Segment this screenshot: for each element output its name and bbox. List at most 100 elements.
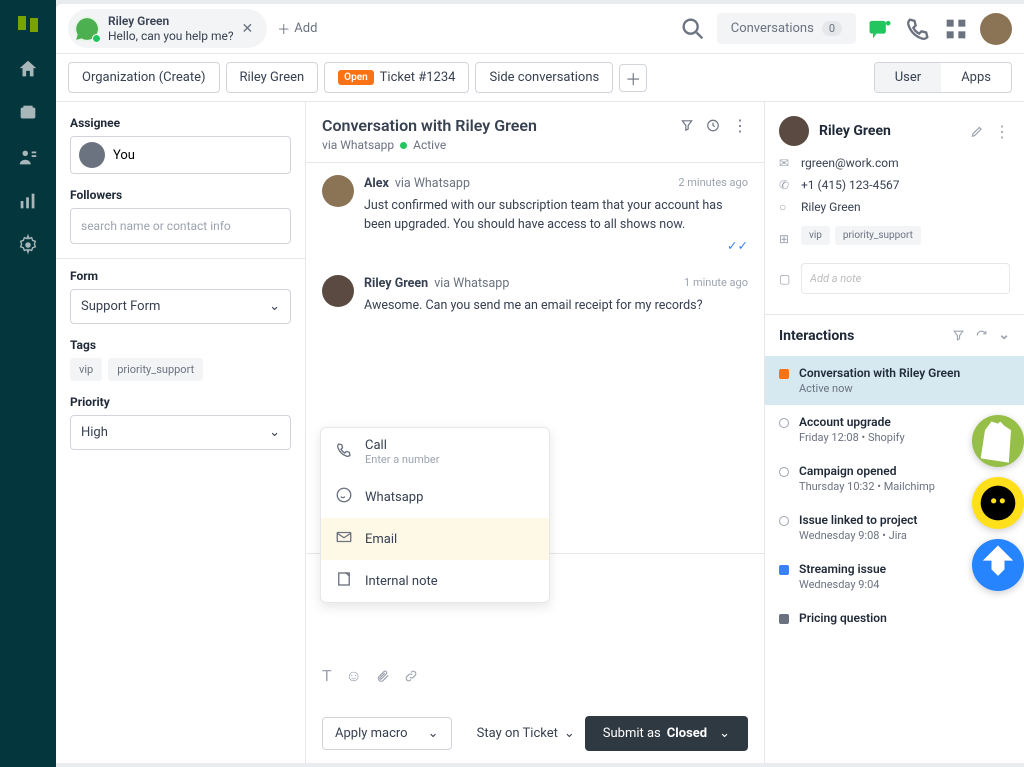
phone-icon[interactable] (904, 15, 932, 43)
message-row: Riley Greenvia Whatsapp1 minute ago Awes… (322, 275, 748, 316)
tag-icon: ⊞ (779, 232, 793, 246)
channel-whatsapp[interactable]: Whatsapp (321, 476, 549, 518)
interaction-item[interactable]: Conversation with Riley GreenActive now (765, 356, 1024, 405)
whatsapp-icon (74, 16, 100, 42)
users-icon[interactable] (17, 146, 39, 168)
channel-note[interactable]: Internal note (321, 560, 549, 602)
whatsapp-icon (335, 486, 353, 508)
tags-label: Tags (70, 338, 291, 352)
side-conversations-tab[interactable]: Side conversations (475, 62, 613, 93)
conversations-button[interactable]: Conversations 0 (717, 13, 856, 44)
channel-menu: CallEnter a number Whatsapp Email Intern… (320, 427, 550, 603)
chevron-down-icon: ⌄ (428, 726, 439, 741)
status-icon (779, 418, 789, 428)
interactions-title: Interactions (779, 328, 854, 344)
search-icon[interactable] (679, 15, 707, 43)
note-icon: ▢ (779, 272, 793, 286)
filter-icon[interactable] (952, 327, 965, 344)
apply-macro-button[interactable]: Apply macro⌄ (322, 717, 452, 750)
messages-icon[interactable] (866, 15, 894, 43)
user-toggle[interactable]: User (875, 63, 941, 92)
text-format-icon[interactable]: T (322, 666, 332, 686)
sender-avatar (322, 175, 354, 207)
tag-vip[interactable]: vip (70, 358, 102, 381)
product-logo (16, 12, 40, 36)
assignee-label: Assignee (70, 116, 291, 130)
reports-icon[interactable] (17, 190, 39, 212)
sender-avatar (322, 275, 354, 307)
priority-select[interactable]: High⌄ (70, 415, 291, 450)
form-select[interactable]: Support Form⌄ (70, 289, 291, 324)
read-indicator-icon: ✓✓ (727, 238, 748, 257)
add-tab-button[interactable]: ＋Add (277, 19, 317, 38)
user-name: Riley Green (819, 123, 891, 139)
status-icon (779, 467, 789, 477)
link-icon[interactable] (404, 666, 418, 686)
edit-icon[interactable] (970, 122, 984, 141)
add-context-button[interactable]: ＋ (619, 64, 647, 92)
user-tab[interactable]: Riley Green (226, 62, 319, 93)
profile-avatar[interactable] (980, 13, 1012, 45)
emoji-icon[interactable]: ☺ (346, 666, 362, 686)
user-tag[interactable]: vip (801, 226, 830, 245)
attachment-icon[interactable] (376, 666, 390, 686)
close-tab-icon[interactable]: ✕ (242, 21, 254, 37)
chevron-down-icon: ⌄ (269, 299, 280, 314)
status-icon (779, 369, 789, 379)
form-label: Form (70, 269, 291, 283)
followers-input[interactable]: search name or contact info (70, 208, 291, 244)
mailchimp-fab[interactable] (972, 477, 1024, 529)
channel-call[interactable]: CallEnter a number (321, 428, 549, 476)
channel-email[interactable]: Email (321, 518, 549, 560)
chevron-down-icon: ⌄ (269, 425, 280, 440)
settings-icon[interactable] (17, 234, 39, 256)
tab-subtitle: Hello, can you help me? (108, 29, 234, 43)
status-icon (779, 614, 789, 624)
status-icon (779, 516, 789, 526)
submit-button[interactable]: Submit as Closed⌄ (585, 716, 748, 751)
apps-toggle[interactable]: Apps (941, 63, 1011, 92)
user-phone: +1 (415) 123-4567 (801, 178, 900, 192)
org-tab[interactable]: Organization (Create) (68, 62, 220, 93)
phone-icon: ✆ (779, 178, 793, 192)
interaction-item[interactable]: Pricing question (765, 601, 1024, 635)
whatsapp-icon: ○ (779, 200, 793, 214)
status-icon (779, 565, 789, 575)
user-whatsapp: Riley Green (801, 200, 861, 214)
assignee-avatar (79, 142, 105, 168)
chevron-down-icon: ⌄ (719, 726, 730, 741)
shopify-fab[interactable] (972, 415, 1024, 467)
stay-on-ticket-button[interactable]: Stay on Ticket⌄ (477, 726, 575, 741)
refresh-icon[interactable] (975, 327, 988, 344)
followers-label: Followers (70, 188, 291, 202)
tag-priority[interactable]: priority_support (108, 358, 203, 381)
conversation-status: Active (413, 138, 446, 152)
inbox-icon[interactable] (17, 102, 39, 124)
email-icon (335, 528, 353, 550)
chevron-down-icon: ⌄ (564, 726, 575, 741)
tab-name: Riley Green (108, 14, 234, 28)
message-row: Alexvia Whatsapp2 minutes ago Just confi… (322, 175, 748, 257)
home-icon[interactable] (17, 58, 39, 80)
conv-count-badge: 0 (822, 21, 842, 36)
user-avatar (779, 116, 809, 146)
filter-icon[interactable] (680, 116, 694, 135)
note-icon (335, 570, 353, 592)
apps-grid-icon[interactable] (942, 15, 970, 43)
call-icon (335, 441, 353, 463)
priority-label: Priority (70, 395, 291, 409)
jira-fab[interactable] (972, 539, 1024, 591)
email-icon: ✉ (779, 156, 793, 170)
user-email: rgreen@work.com (801, 156, 899, 170)
active-tab[interactable]: Riley Green Hello, can you help me? ✕ (68, 9, 267, 48)
via-channel: via Whatsapp (322, 138, 394, 152)
add-note-input[interactable]: Add a note (801, 263, 1010, 294)
user-tag[interactable]: priority_support (835, 226, 921, 245)
status-badge: Open (338, 70, 374, 85)
assignee-select[interactable]: You (70, 136, 291, 174)
more-icon[interactable]: ⋮ (732, 116, 748, 135)
history-icon[interactable] (706, 116, 720, 135)
chevron-down-icon[interactable]: ⌄ (998, 327, 1010, 344)
ticket-tab[interactable]: Open Ticket #1234 (324, 62, 469, 93)
more-icon[interactable]: ⋮ (994, 122, 1010, 141)
